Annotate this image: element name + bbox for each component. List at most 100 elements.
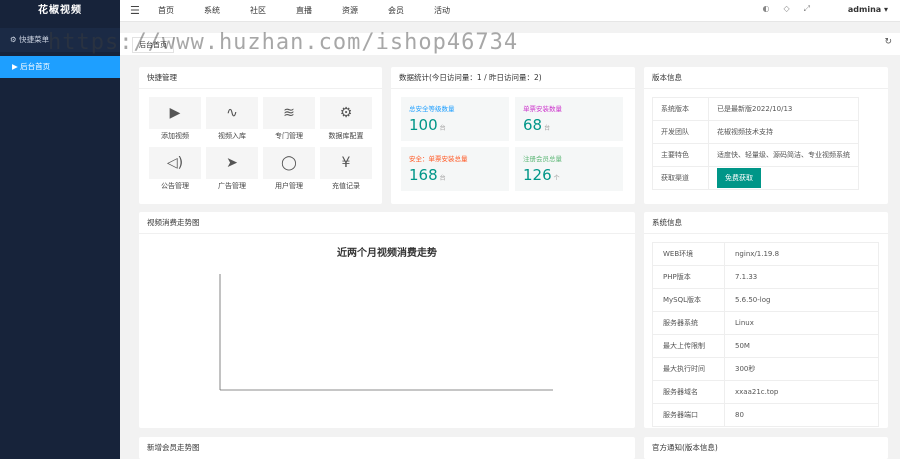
table-key: 主要特色	[652, 143, 709, 167]
stat-box: 单票安装数量 68 台	[515, 97, 623, 141]
stat-box: 注册会员总量 126 个	[515, 147, 623, 191]
table-value: 50M	[724, 334, 879, 358]
table-row: 服务器域名 xxaa21c.top	[652, 380, 879, 404]
layers-icon: ≋	[263, 97, 315, 129]
stat-grid: 总安全等级数量 100 台 单票安装数量 68 台 安全：单票安装总量 168 台 注…	[401, 97, 623, 191]
table-key: 服务器系统	[652, 311, 725, 335]
table-key: 最大上传限制	[652, 334, 725, 358]
user-menu[interactable]: admina ▾	[848, 0, 888, 20]
table-key: 系统版本	[652, 97, 709, 121]
table-row: WEB环境 nginx/1.19.8	[652, 242, 879, 266]
menu-toggle-icon[interactable]: ☰	[130, 4, 140, 17]
quick-item-video-import[interactable]: ∿ 视频入库	[206, 97, 258, 143]
table-row: 获取渠道 免费获取	[652, 166, 859, 190]
fullscreen-icon[interactable]: ⤢	[804, 4, 810, 14]
stat-label: 总安全等级数量	[409, 105, 455, 113]
table-row: 系统版本 已是最新版2022/10/13	[652, 97, 859, 121]
table-value: 5.6.50-log	[724, 288, 879, 312]
quick-item-add-video[interactable]: ▶ 添加视频	[149, 97, 201, 143]
stat-box: 总安全等级数量 100 台	[401, 97, 509, 141]
table-value: 免费获取	[708, 166, 859, 190]
quick-item-label: 视频入库	[218, 132, 246, 140]
table-value: 7.1.33	[724, 265, 879, 289]
nav-item-live[interactable]: 直播	[296, 0, 342, 22]
gear-icon: ⚙	[320, 97, 372, 129]
sysinfo-card: 系统信息 WEB环境 nginx/1.19.8 PHP版本 7.1.33 MySQL…	[644, 212, 888, 428]
table-key: 开发团队	[652, 120, 709, 144]
stat-value: 68 台	[523, 116, 551, 134]
table-value: Linux	[724, 311, 879, 335]
sidebar-item-label: 后台首页	[20, 62, 51, 71]
quick-grid: ▶ 添加视频 ∿ 视频入库 ≋ 专门管理 ⚙ 数据库配置 ◁) 公告管理 ➤ 广…	[149, 97, 372, 193]
quick-item-notice[interactable]: ◁) 公告管理	[149, 147, 201, 193]
stat-value: 100 台	[409, 116, 446, 134]
quick-item-topics[interactable]: ≋ 专门管理	[263, 97, 315, 143]
top-icons: ◐ ◇ ⤢	[762, 4, 810, 14]
table-key: 服务器域名	[652, 380, 725, 404]
quick-item-label: 用户管理	[275, 182, 303, 190]
table-row: PHP版本 7.1.33	[652, 265, 879, 289]
nav-item-activity[interactable]: 活动	[434, 0, 480, 22]
sidebar-section-label: 快捷菜单	[19, 35, 50, 44]
table-value: 花椒视频技术支持	[708, 120, 859, 144]
version-card: 版本信息 系统版本 已是最新版2022/10/13 开发团队 花椒视频技术支持 …	[644, 67, 888, 204]
table-value: 适度快、轻量级、源码简洁、专业视频系统	[708, 143, 859, 167]
table-value: xxaa21c.top	[724, 380, 879, 404]
watermark: https://www.huzhan.com/ishop46734	[48, 30, 519, 55]
yen-icon: ¥	[320, 147, 372, 179]
stat-value: 168 台	[409, 166, 446, 184]
stat-label: 注册会员总量	[523, 155, 562, 163]
nav-item-home[interactable]: 首页	[158, 0, 204, 22]
send-icon: ➤	[206, 147, 258, 179]
stats-card-title: 数据统计(今日访问量：1 / 昨日访问量：2)	[391, 67, 635, 89]
caret-down-icon: ▾	[883, 5, 888, 14]
notice-card-title: 官方通知(版本信息)	[652, 443, 718, 452]
quick-item-users[interactable]: ◯ 用户管理	[263, 147, 315, 193]
sidebar-item-home[interactable]: ▶ 后台首页	[0, 56, 120, 78]
nav-item-community[interactable]: 社区	[250, 0, 296, 22]
stats-card: 数据统计(今日访问量：1 / 昨日访问量：2) 总安全等级数量 100 台 单票安…	[391, 67, 635, 204]
quick-item-recharge[interactable]: ¥ 充值记录	[320, 147, 372, 193]
top-nav: 首页 系统 社区 直播 资源 会员 活动	[158, 0, 480, 22]
quick-item-label: 添加视频	[161, 132, 189, 140]
table-value: nginx/1.19.8	[724, 242, 879, 266]
nav-item-members[interactable]: 会员	[388, 0, 434, 22]
quick-item-label: 公告管理	[161, 182, 189, 190]
get-free-button[interactable]: 免费获取	[717, 168, 761, 188]
chart-card: 视频消费走势图 近两个月视频消费走势	[139, 212, 635, 428]
table-row: MySQL版本 5.6.50-log	[652, 288, 879, 312]
chart-svg	[219, 274, 553, 391]
caret-right-icon: ▶	[12, 62, 21, 71]
table-row: 开发团队 花椒视频技术支持	[652, 120, 859, 144]
members-card-title: 新增会员走势图	[147, 443, 200, 452]
table-key: MySQL版本	[652, 288, 725, 312]
sysinfo-card-title: 系统信息	[644, 212, 888, 234]
username: admina	[847, 5, 882, 14]
quick-item-db-config[interactable]: ⚙ 数据库配置	[320, 97, 372, 143]
nav-item-system[interactable]: 系统	[204, 0, 250, 22]
members-card: 新增会员走势图	[139, 437, 635, 459]
speaker-icon: ◁)	[149, 147, 201, 179]
logo: 花椒视频	[38, 5, 82, 16]
stat-label: 单票安装数量	[523, 105, 562, 113]
play-icon: ▶	[149, 97, 201, 129]
table-key: PHP版本	[652, 265, 725, 289]
table-value: 300秒	[724, 357, 879, 381]
sysinfo-table: WEB环境 nginx/1.19.8 PHP版本 7.1.33 MySQL版本 5.6…	[652, 242, 879, 427]
version-table: 系统版本 已是最新版2022/10/13 开发团队 花椒视频技术支持 主要特色 …	[652, 97, 859, 190]
table-row: 主要特色 适度快、轻量级、源码简洁、专业视频系统	[652, 143, 859, 167]
stat-box: 安全：单票安装总量 168 台	[401, 147, 509, 191]
tag-icon[interactable]: ◇	[783, 4, 789, 14]
table-key: WEB环境	[652, 242, 725, 266]
gear-icon: ⚙	[10, 35, 20, 44]
theme-icon[interactable]: ◐	[762, 4, 769, 14]
quick-item-ads[interactable]: ➤ 广告管理	[206, 147, 258, 193]
quick-card-title: 快捷管理	[139, 67, 382, 89]
quick-item-label: 广告管理	[218, 182, 246, 190]
nav-item-resources[interactable]: 资源	[342, 0, 388, 22]
refresh-icon[interactable]: ↻	[884, 37, 892, 47]
user-icon: ◯	[263, 147, 315, 179]
stat-value: 126 个	[523, 166, 560, 184]
table-key: 最大执行时间	[652, 357, 725, 381]
table-row: 服务器端口 80	[652, 403, 879, 427]
